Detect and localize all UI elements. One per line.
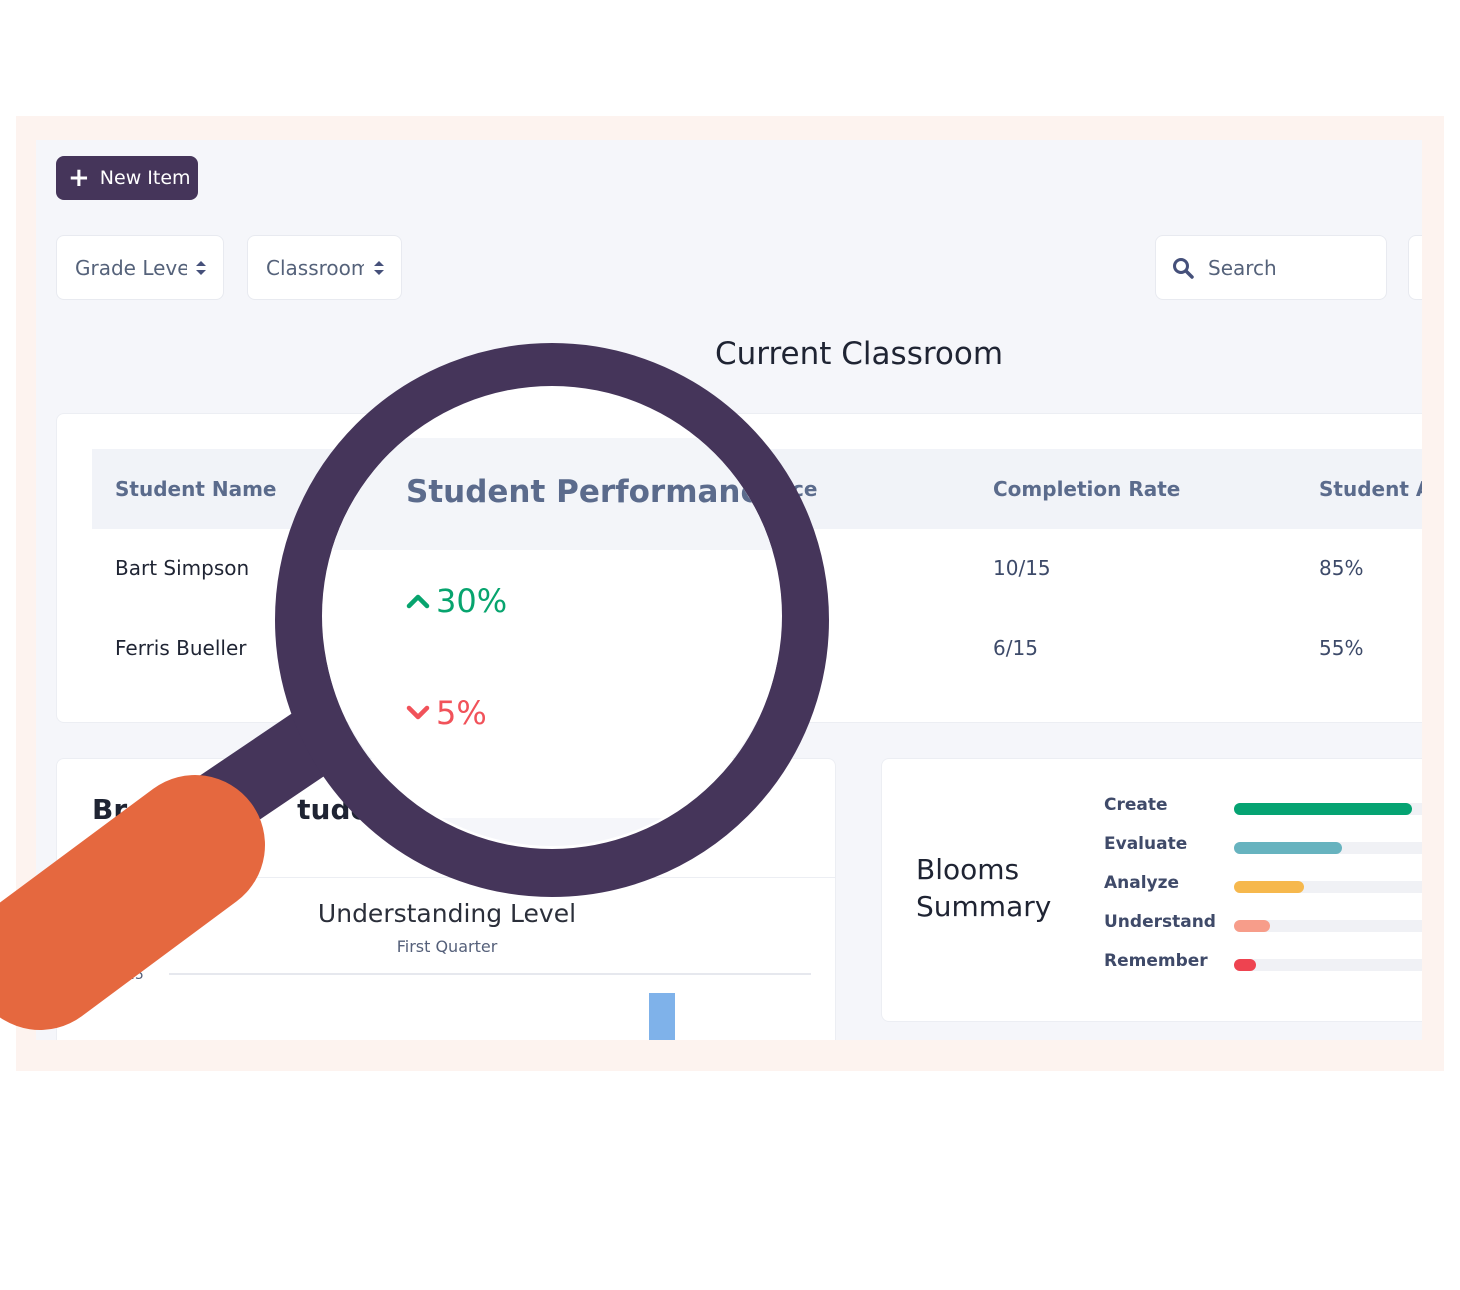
performance-value-down: 5% (406, 694, 487, 732)
grade-level-select[interactable]: Grade Level (56, 235, 224, 300)
search-placeholder: Search (1208, 255, 1277, 280)
page: + New Item Grade Level Classroom Search … (0, 0, 1460, 1290)
table-row-completion: 10/15 (993, 556, 1051, 580)
extra-filter-control[interactable] (1408, 235, 1422, 300)
sort-arrows-icon (196, 261, 206, 275)
chart-bar[interactable] (649, 993, 675, 1040)
divider (57, 877, 835, 878)
y-tick-label: 125 (117, 967, 144, 983)
table-row-name[interactable]: Ferris Bueller (115, 636, 246, 660)
table-row-completion: 6/15 (993, 636, 1038, 660)
plus-icon: + (68, 163, 90, 193)
table-row-student-a: 55% (1319, 636, 1364, 660)
column-student-a[interactable]: Student A (1319, 477, 1422, 501)
blooms-progress-fill (1234, 803, 1412, 815)
chevron-down-icon (406, 705, 430, 720)
table-row-student-a: 85% (1319, 556, 1364, 580)
performance-value-text: 30% (436, 582, 508, 620)
blooms-row: Create (1104, 795, 1422, 819)
blooms-title-line2: Summary (916, 890, 1052, 923)
blooms-label: Understand (1104, 912, 1216, 932)
blooms-label: Create (1104, 795, 1168, 815)
page-title: Current Classroom (715, 336, 1004, 372)
blooms-progress-fill (1234, 842, 1342, 854)
lens-bottom-band (322, 818, 782, 846)
blooms-progress-fill (1234, 920, 1270, 932)
column-completion-rate[interactable]: Completion Rate (993, 477, 1180, 501)
column-student-performance[interactable]: ce (792, 477, 817, 501)
new-item-button[interactable]: + New Item (56, 156, 198, 200)
blooms-progress-fill (1234, 881, 1304, 893)
grade-level-value: Grade Level (75, 255, 187, 280)
column-student-name[interactable]: Student Name (115, 477, 276, 501)
blooms-row: Remember (1104, 951, 1422, 975)
blooms-progress-fill (1234, 959, 1256, 971)
blooms-title: Blooms Summary (916, 851, 1076, 925)
blooms-progress-track (1234, 959, 1422, 971)
chevron-up-icon (406, 594, 430, 609)
search-icon (1173, 257, 1194, 279)
classroom-select[interactable]: Classroom (247, 235, 402, 300)
blooms-progress-track (1234, 881, 1422, 893)
column-student-performance-magnified: Student Performance (406, 474, 780, 510)
blooms-row: Analyze (1104, 873, 1422, 897)
chart-title: Understanding Level (317, 899, 577, 928)
blooms-summary-card: Blooms Summary Create Evaluate Analyze Unde… (881, 758, 1422, 1022)
classroom-value: Classroom (266, 255, 364, 280)
blooms-title-line1: Blooms (916, 853, 1020, 886)
blooms-progress-track (1234, 803, 1422, 815)
blooms-label: Evaluate (1104, 834, 1188, 854)
new-item-label: New Item (99, 167, 191, 189)
blooms-row: Understand (1104, 912, 1422, 936)
chart-subtitle: First Quarter (396, 937, 498, 956)
chart-card-heading-left: Br (92, 793, 128, 826)
blooms-progress-track (1234, 920, 1422, 932)
blooms-progress-track (1234, 842, 1422, 854)
blooms-label: Remember (1104, 951, 1208, 971)
table-row-name[interactable]: Bart Simpson (115, 556, 249, 580)
y-gridline (169, 973, 811, 975)
performance-value-text: 5% (436, 694, 487, 732)
performance-value-up: 30% (406, 582, 507, 620)
search-input[interactable]: Search (1155, 235, 1387, 300)
sort-arrows-icon (374, 261, 384, 275)
blooms-label: Analyze (1104, 873, 1180, 893)
blooms-row: Evaluate (1104, 834, 1422, 858)
magnifier-lens: Student Performance 30% 5% (322, 386, 782, 846)
